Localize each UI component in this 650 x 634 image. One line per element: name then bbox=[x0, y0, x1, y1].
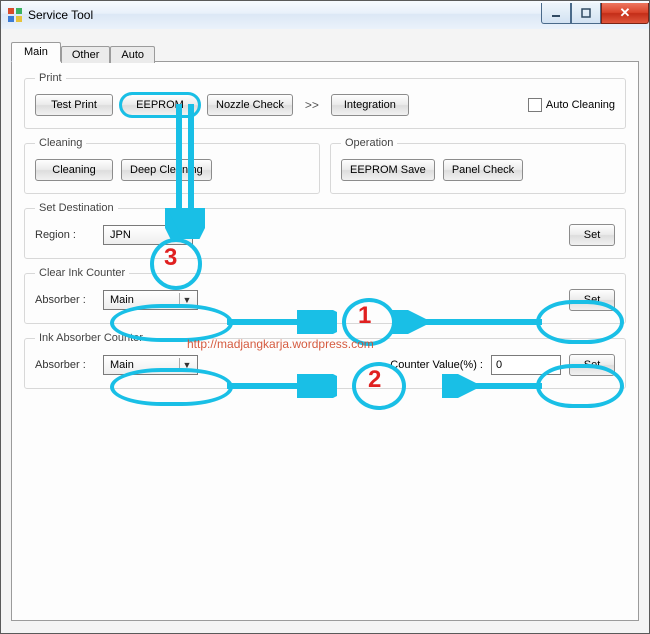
window-controls: ✕ bbox=[541, 3, 649, 23]
titlebar: Service Tool ✕ bbox=[1, 1, 649, 30]
deep-cleaning-button[interactable]: Deep Cleaning bbox=[121, 159, 212, 181]
tab-panel-main: Print Test Print EEPROM Nozzle Check >> … bbox=[11, 61, 639, 621]
counter-value-label: Counter Value(%) : bbox=[390, 359, 483, 371]
clear-ink-set-button[interactable]: Set bbox=[569, 289, 615, 311]
group-ink-absorber: Ink Absorber Counter Absorber : Main ▼ C… bbox=[24, 332, 626, 389]
tab-other[interactable]: Other bbox=[61, 46, 111, 63]
clear-ink-absorber-value: Main bbox=[110, 294, 134, 306]
region-select[interactable]: JPN ▼ bbox=[103, 225, 193, 245]
maximize-button[interactable] bbox=[571, 3, 601, 24]
close-button[interactable]: ✕ bbox=[601, 3, 649, 24]
tab-main[interactable]: Main bbox=[11, 42, 61, 62]
ink-absorber-set-button[interactable]: Set bbox=[569, 354, 615, 376]
window-title: Service Tool bbox=[28, 8, 93, 22]
group-clear-ink: Clear Ink Counter Absorber : Main ▼ Set bbox=[24, 267, 626, 324]
group-set-destination: Set Destination Region : JPN ▼ Set bbox=[24, 202, 626, 259]
group-print: Print Test Print EEPROM Nozzle Check >> … bbox=[24, 72, 626, 129]
tab-auto[interactable]: Auto bbox=[110, 46, 155, 63]
eeprom-button[interactable]: EEPROM bbox=[121, 94, 199, 116]
group-clear-ink-legend: Clear Ink Counter bbox=[35, 267, 129, 279]
group-set-destination-legend: Set Destination bbox=[35, 202, 118, 214]
group-cleaning-legend: Cleaning bbox=[35, 137, 86, 149]
app-icon bbox=[7, 7, 23, 23]
integration-button[interactable]: Integration bbox=[331, 94, 409, 116]
cleaning-button[interactable]: Cleaning bbox=[35, 159, 113, 181]
auto-cleaning-label: Auto Cleaning bbox=[546, 99, 615, 111]
clear-ink-absorber-select[interactable]: Main ▼ bbox=[103, 290, 198, 310]
region-select-value: JPN bbox=[110, 229, 131, 241]
eeprom-save-button[interactable]: EEPROM Save bbox=[341, 159, 435, 181]
clear-ink-absorber-label: Absorber : bbox=[35, 294, 95, 306]
minimize-button[interactable] bbox=[541, 3, 571, 24]
tab-strip: Main Other Auto bbox=[11, 39, 639, 61]
counter-value-input[interactable]: 0 bbox=[491, 355, 561, 375]
ink-absorber-value: Main bbox=[110, 359, 134, 371]
checkbox-icon bbox=[528, 98, 542, 112]
ink-absorber-select[interactable]: Main ▼ bbox=[103, 355, 198, 375]
chevron-down-icon: ▼ bbox=[179, 293, 194, 307]
client-area: Main Other Auto Print Test Print EEPROM … bbox=[1, 29, 649, 633]
nozzle-check-button[interactable]: Nozzle Check bbox=[207, 94, 293, 116]
chevron-down-icon: ▼ bbox=[174, 228, 189, 242]
test-print-button[interactable]: Test Print bbox=[35, 94, 113, 116]
chevron-down-icon: ▼ bbox=[179, 358, 194, 372]
panel-check-button[interactable]: Panel Check bbox=[443, 159, 523, 181]
group-ink-absorber-legend: Ink Absorber Counter bbox=[35, 332, 147, 344]
ink-absorber-label: Absorber : bbox=[35, 359, 95, 371]
auto-cleaning-checkbox[interactable]: Auto Cleaning bbox=[528, 98, 615, 112]
group-cleaning: Cleaning Cleaning Deep Cleaning bbox=[24, 137, 320, 194]
app-window: Service Tool ✕ Main Other Auto Print Tes… bbox=[0, 0, 650, 634]
group-operation: Operation EEPROM Save Panel Check bbox=[330, 137, 626, 194]
set-destination-set-button[interactable]: Set bbox=[569, 224, 615, 246]
group-print-legend: Print bbox=[35, 72, 66, 84]
group-operation-legend: Operation bbox=[341, 137, 397, 149]
chevron-icon: >> bbox=[301, 98, 323, 112]
region-label: Region : bbox=[35, 229, 95, 241]
